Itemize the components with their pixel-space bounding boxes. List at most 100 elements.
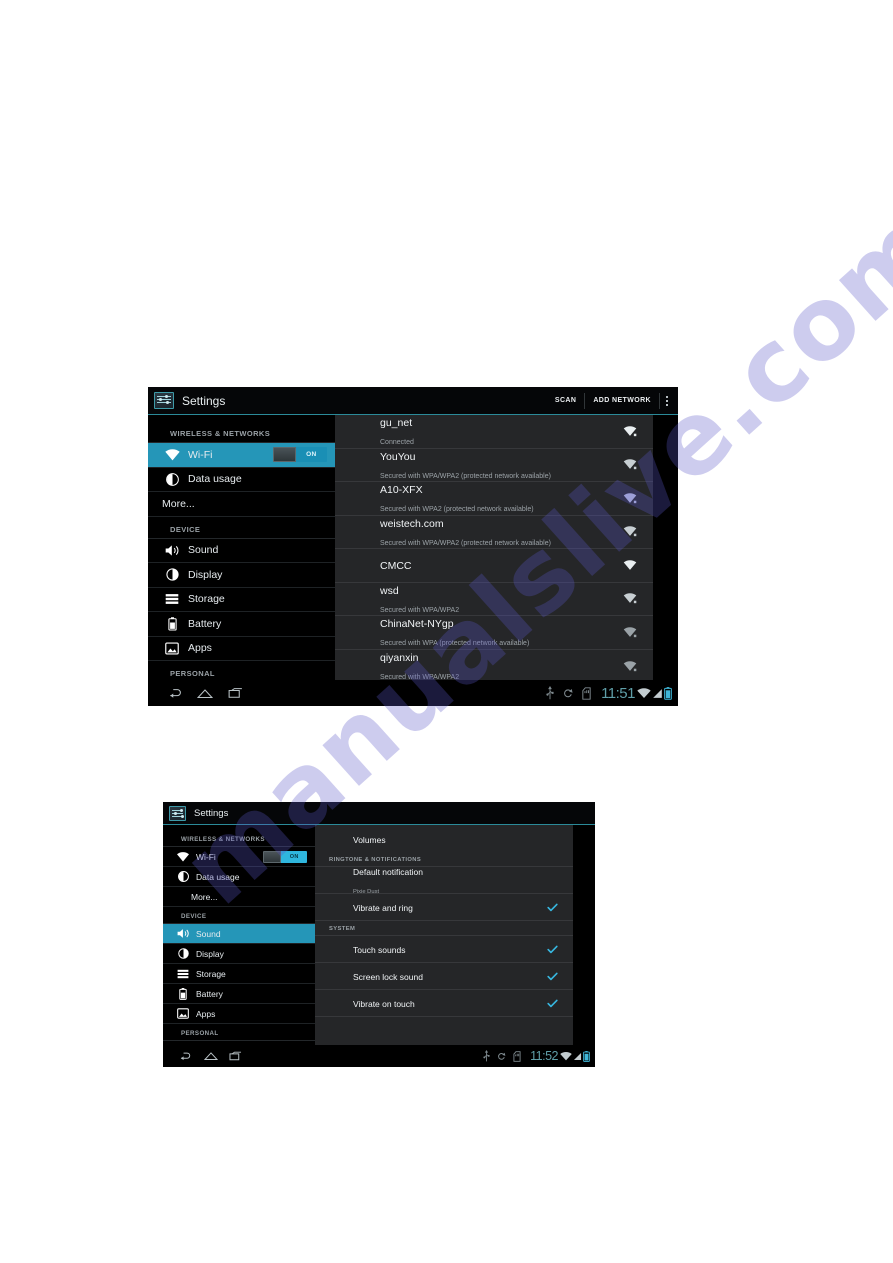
- home-icon[interactable]: [198, 1048, 223, 1065]
- sidebar-item-more[interactable]: More...: [148, 492, 335, 517]
- default-notification-value: Pixie Dust: [353, 889, 380, 895]
- wifi-network-row[interactable]: gu_net Connected: [335, 415, 653, 449]
- default-notification-row[interactable]: Default notification Pixie Dust: [315, 867, 573, 895]
- sidebar-item-display[interactable]: Display: [148, 563, 335, 588]
- sidebar-item-label-storage: Storage: [188, 593, 225, 606]
- screen-lock-sound-checkbox[interactable]: [545, 970, 559, 982]
- sidebar-item-label-sound: Sound: [188, 544, 219, 557]
- wifi-network-texts: ChinaNet-NYgp Secured with WPA (protecte…: [380, 614, 621, 650]
- screen-lock-sound-texts: Screen lock sound: [353, 967, 545, 985]
- wifi-network-texts: gu_net Connected: [380, 415, 621, 449]
- sidebar-item-label-data-usage: Data usage: [188, 473, 242, 486]
- recents-icon[interactable]: [220, 683, 250, 703]
- recents-icon[interactable]: [223, 1048, 248, 1065]
- speaker-icon: [162, 542, 182, 558]
- sidebar-header-personal: PERSONAL: [148, 661, 335, 680]
- wifi-network-row[interactable]: A10-XFX Secured with WPA2 (protected net…: [335, 482, 653, 516]
- battery-icon: [162, 616, 182, 632]
- sync-icon: [494, 1049, 509, 1063]
- sidebar-item-label-wifi: Wi-Fi: [188, 448, 213, 461]
- scan-button[interactable]: SCAN: [547, 393, 584, 409]
- wifi-network-texts: CMCC: [380, 556, 621, 574]
- settings-sidebar: WIRELESS & NETWORKS Wi-Fi ON Data usage …: [163, 825, 315, 1045]
- touch-sounds-checkbox[interactable]: [545, 943, 559, 955]
- wifi-signal-lock-icon: [621, 592, 639, 606]
- status-signal-group: [637, 686, 672, 700]
- section-header-system: SYSTEM: [315, 921, 573, 936]
- wifi-network-texts: YouYou Secured with WPA/WPA2 (protected …: [380, 447, 621, 483]
- sidebar-item-sound[interactable]: Sound: [163, 924, 315, 944]
- sidebar-item-label-apps: Apps: [188, 642, 212, 655]
- sidebar-header-wireless: WIRELESS & NETWORKS: [163, 830, 315, 847]
- wifi-network-row[interactable]: YouYou Secured with WPA/WPA2 (protected …: [335, 447, 653, 483]
- back-icon[interactable]: [160, 683, 190, 703]
- sidebar-item-label-display: Display: [188, 568, 223, 581]
- wifi-network-row[interactable]: qiyanxin Secured with WPA/WPA2: [335, 650, 653, 680]
- sidebar-item-more[interactable]: More...: [163, 887, 315, 907]
- settings-sidebar: WIRELESS & NETWORKS Wi-Fi ON Data usage …: [148, 415, 335, 680]
- wifi-signal-lock-icon: [621, 625, 639, 639]
- vibrate-and-ring-checkbox[interactable]: [545, 901, 559, 913]
- sidebar-item-apps[interactable]: Apps: [163, 1004, 315, 1024]
- sidebar-item-sound[interactable]: Sound: [148, 539, 335, 563]
- wifi-status: Secured with WPA (protected network avai…: [380, 640, 530, 648]
- sidebar-item-storage[interactable]: Storage: [163, 964, 315, 984]
- sidebar-item-storage[interactable]: Storage: [148, 588, 335, 612]
- storage-icon: [162, 591, 182, 607]
- wifi-ssid: A10-XFX: [380, 484, 423, 497]
- status-clock: 11:51: [601, 684, 635, 702]
- wifi-icon: [162, 447, 182, 463]
- sidebar-item-label-more: More...: [162, 497, 195, 510]
- sd-card-icon: [509, 1049, 524, 1063]
- wifi-status-icon: [637, 687, 651, 699]
- wifi-signal-open-icon: [621, 558, 639, 572]
- wifi-status: Secured with WPA/WPA2 (protected network…: [380, 472, 551, 480]
- wifi-network-list: gu_net Connected YouYou Secured with WPA…: [335, 415, 653, 680]
- wifi-network-row[interactable]: wsd Secured with WPA/WPA2: [335, 583, 653, 616]
- wifi-signal-lock-icon: [621, 491, 639, 505]
- action-bar: Settings SCAN ADD NETWORK: [148, 387, 678, 415]
- home-icon[interactable]: [190, 683, 220, 703]
- vibrate-and-ring-row[interactable]: Vibrate and ring: [315, 894, 573, 921]
- wifi-network-row[interactable]: ChinaNet-NYgp Secured with WPA (protecte…: [335, 616, 653, 650]
- wifi-toggle[interactable]: ON: [263, 850, 307, 863]
- usb-icon: [479, 1049, 494, 1063]
- screen-lock-sound-row[interactable]: Screen lock sound: [315, 963, 573, 990]
- android-screen-sound: Settings WIRELESS & NETWORKS Wi-Fi ON Da…: [163, 802, 595, 1067]
- vibrate-on-touch-row[interactable]: Vibrate on touch: [315, 990, 573, 1017]
- wifi-network-row[interactable]: CMCC: [335, 549, 653, 583]
- add-network-button[interactable]: ADD NETWORK: [585, 393, 659, 409]
- sound-settings-list: Volumes RINGTONE & NOTIFICATIONS Default…: [315, 825, 573, 1045]
- wifi-ssid: qiyanxin: [380, 652, 419, 665]
- sidebar-item-label-sound: Sound: [196, 928, 221, 939]
- vibrate-on-touch-texts: Vibrate on touch: [353, 994, 545, 1012]
- sidebar-item-label-wifi: Wi-Fi: [196, 851, 216, 862]
- wifi-network-texts: weistech.com Secured with WPA/WPA2 (prot…: [380, 514, 621, 550]
- wifi-status: Secured with WPA/WPA2 (protected network…: [380, 539, 551, 547]
- sidebar-item-label-more: More...: [191, 891, 218, 902]
- overflow-menu-icon[interactable]: [660, 392, 674, 410]
- sidebar-item-wifi[interactable]: Wi-Fi ON: [148, 443, 335, 468]
- usb-icon: [541, 685, 559, 701]
- sidebar-item-battery[interactable]: Battery: [163, 984, 315, 1004]
- touch-sounds-title: Touch sounds: [353, 945, 406, 955]
- sidebar-item-label-storage: Storage: [196, 968, 226, 979]
- speaker-icon: [175, 927, 191, 941]
- sidebar-item-data-usage[interactable]: Data usage: [148, 468, 335, 492]
- vibrate-on-touch-checkbox[interactable]: [545, 997, 559, 1009]
- wifi-signal-lock-icon: [621, 659, 639, 673]
- touch-sounds-row[interactable]: Touch sounds: [315, 936, 573, 963]
- volumes-row[interactable]: Volumes: [315, 825, 573, 852]
- sidebar-item-data-usage[interactable]: Data usage: [163, 867, 315, 887]
- back-icon[interactable]: [173, 1048, 198, 1065]
- wifi-network-row[interactable]: weistech.com Secured with WPA/WPA2 (prot…: [335, 514, 653, 550]
- brightness-icon: [175, 947, 191, 961]
- sidebar-item-wifi[interactable]: Wi-Fi ON: [163, 847, 315, 867]
- wifi-ssid: YouYou: [380, 450, 416, 463]
- sidebar-item-display[interactable]: Display: [163, 944, 315, 964]
- sidebar-item-apps[interactable]: Apps: [148, 637, 335, 661]
- sidebar-item-battery[interactable]: Battery: [148, 612, 335, 637]
- wifi-network-texts: A10-XFX Secured with WPA2 (protected net…: [380, 480, 621, 516]
- wifi-toggle[interactable]: ON: [273, 447, 327, 463]
- wifi-ssid: CMCC: [380, 560, 412, 573]
